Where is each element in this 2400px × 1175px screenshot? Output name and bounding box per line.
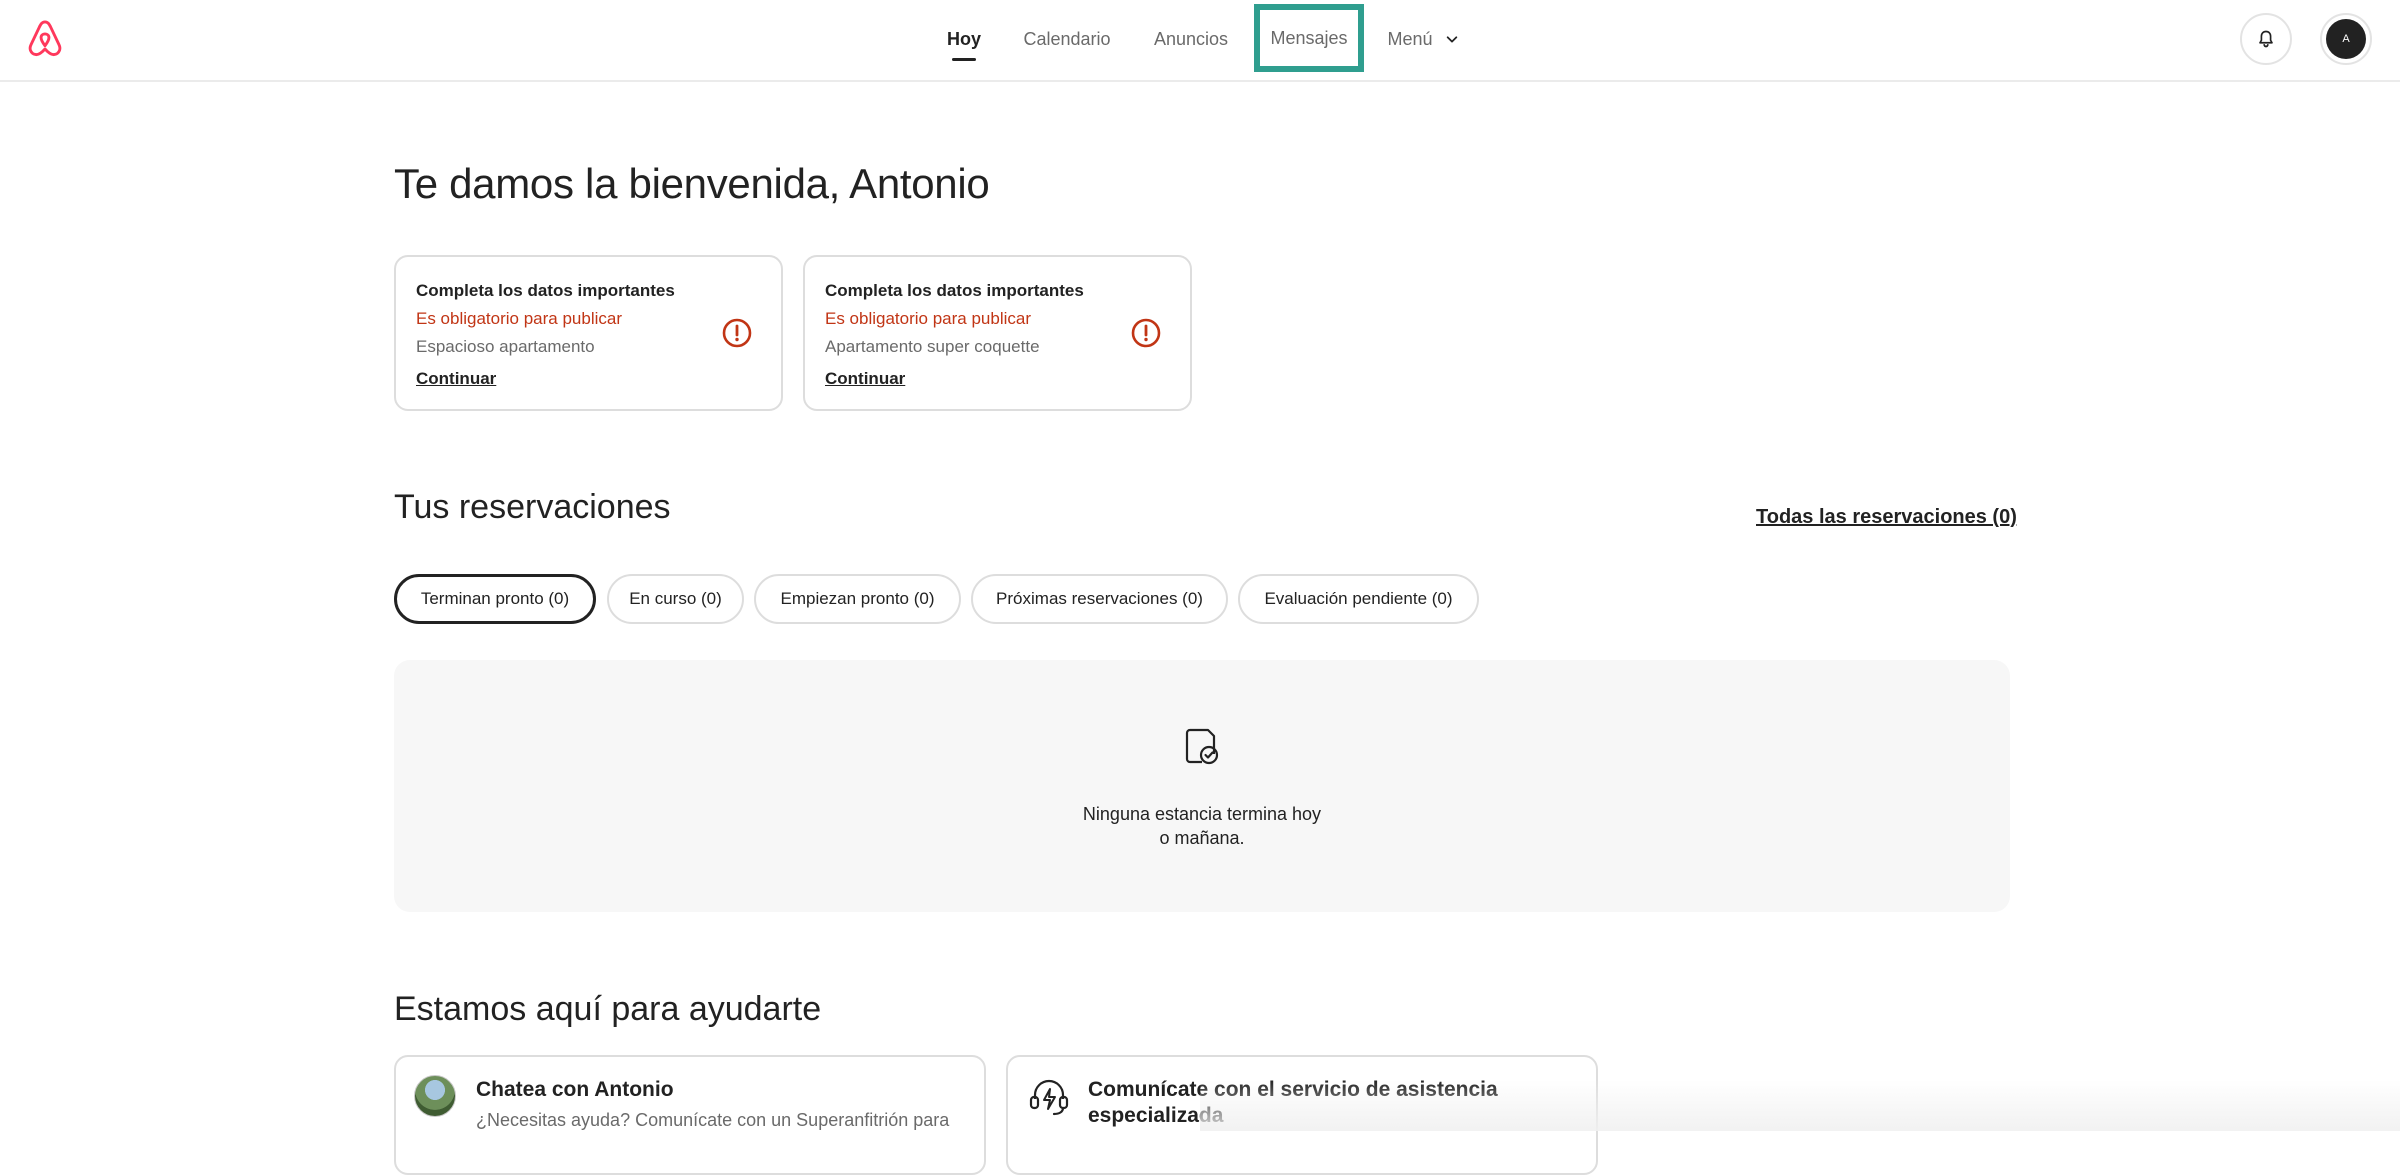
alert-circle-icon (1131, 318, 1161, 348)
filter-chip-pending-review[interactable]: Evaluación pendiente (0) (1238, 574, 1479, 624)
task-card[interactable]: Completa los datos importantes Es obliga… (803, 255, 1192, 411)
calendar-check-icon (1185, 728, 1219, 765)
alert-circle-icon (722, 318, 752, 348)
task-listing-name: Espacioso apartamento (416, 337, 595, 356)
nav-anuncios[interactable]: Anuncios (1146, 0, 1236, 78)
nav-mensajes[interactable]: Mensajes (1254, 4, 1364, 72)
empty-state-line-2: o mañana. (1159, 828, 1245, 848)
nav-anuncios-label: Anuncios (1153, 28, 1229, 49)
filter-chip-upcoming[interactable]: Próximas reservaciones (0) (971, 574, 1228, 624)
filter-chip-ending-soon[interactable]: Terminan pronto (0) (394, 574, 596, 624)
specialized-support-card[interactable]: Comunícate con el servicio de asistencia… (1006, 1055, 1598, 1175)
support-card-title: Comunícate con el servicio de asistencia… (1088, 1077, 1498, 1129)
nav-mensajes-label: Mensajes (1270, 27, 1348, 48)
all-reservations-link[interactable]: Todas las reservaciones (0) (1756, 506, 2017, 529)
empty-state-message: Ninguna estancia termina hoy o mañana. (394, 802, 2010, 850)
top-navigation-bar: Hoy Calendario Anuncios Mensajes Menú A (0, 0, 2400, 82)
active-tab-indicator (952, 58, 976, 61)
nav-calendario-label: Calendario (1023, 28, 1111, 49)
support-card-title-line-1: Comunícate con el servicio de asistencia (1088, 1078, 1498, 1101)
nav-hoy[interactable]: Hoy (940, 0, 988, 78)
nav-hoy-label: Hoy (946, 28, 981, 49)
page-title: Te damos la bienvenida, Antonio (394, 160, 990, 207)
help-section-title: Estamos aquí para ayudarte (394, 990, 822, 1028)
continue-link[interactable]: Continuar (825, 361, 1170, 397)
nav-menu[interactable]: Menú (1384, 0, 1462, 78)
task-card[interactable]: Completa los datos importantes Es obliga… (394, 255, 783, 411)
chat-host-card[interactable]: Chatea con Antonio ¿Necesitas ayuda? Com… (394, 1055, 986, 1175)
task-status: Es obligatorio para publicar (825, 309, 1032, 328)
profile-avatar-button[interactable]: A (2320, 13, 2372, 65)
chat-card-description: ¿Necesitas ayuda? Comunícate con un Supe… (476, 1110, 950, 1130)
task-title: Completa los datos importantes (416, 281, 675, 300)
task-listing-name: Apartamento super coquette (825, 337, 1040, 356)
filter-chip-starting-soon[interactable]: Empiezan pronto (0) (754, 574, 961, 624)
task-status: Es obligatorio para publicar (416, 309, 623, 328)
chat-card-title: Chatea con Antonio (476, 1078, 674, 1101)
airbnb-logo-icon[interactable] (24, 18, 66, 60)
nav-calendario[interactable]: Calendario (1014, 0, 1120, 78)
bell-icon (2259, 30, 2273, 48)
nav-menu-label: Menú (1387, 28, 1433, 49)
notifications-button[interactable] (2240, 13, 2292, 65)
support-card-title-line-2: especializada (1088, 1104, 1224, 1127)
task-title: Completa los datos importantes (825, 281, 1084, 300)
host-avatar (414, 1075, 456, 1117)
filter-chip-in-progress[interactable]: En curso (0) (607, 574, 744, 624)
reservations-title: Tus reservaciones (394, 488, 671, 526)
support-headset-icon (1029, 1079, 1069, 1116)
avatar: A (2326, 19, 2366, 59)
empty-reservations-panel: Ninguna estancia termina hoy o mañana. (394, 660, 2010, 912)
continue-link[interactable]: Continuar (416, 361, 761, 397)
chevron-down-icon (1446, 36, 1457, 43)
empty-state-line-1: Ninguna estancia termina hoy (1082, 804, 1322, 824)
